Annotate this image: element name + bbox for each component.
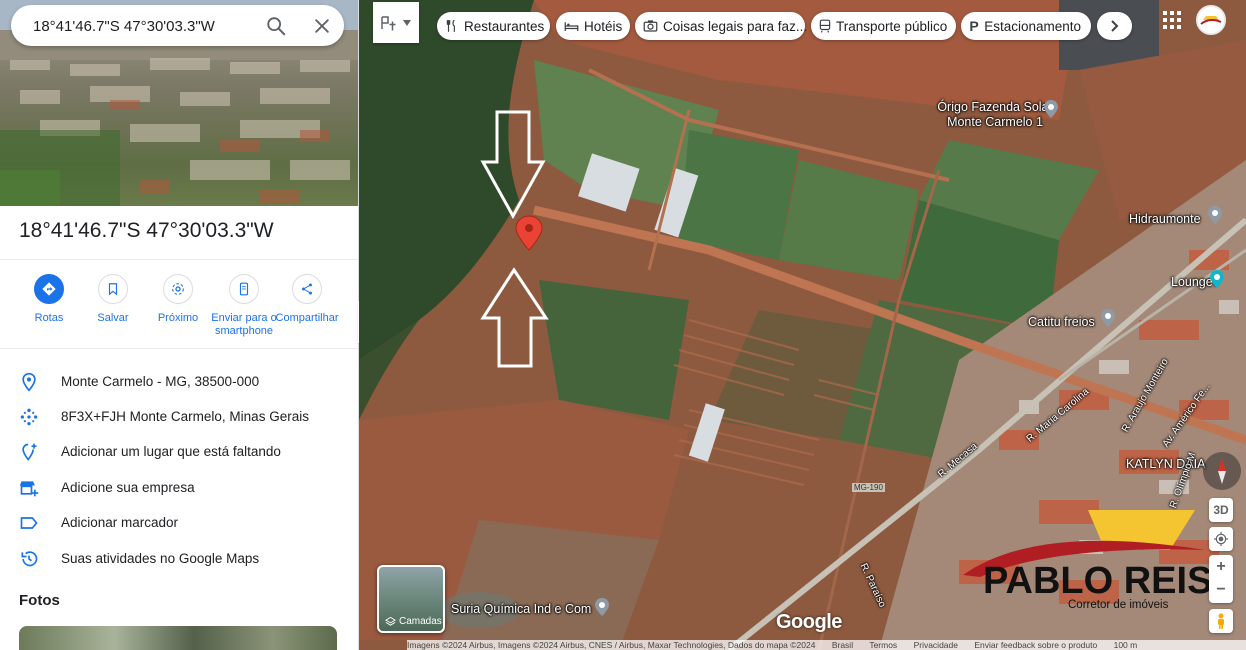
chevron-down-icon [403, 19, 411, 26]
footer-feedback-link[interactable]: Enviar feedback sobre o produto [974, 640, 1097, 650]
watermark-name: PABLO REIS [983, 560, 1213, 602]
footer-privacy-link[interactable]: Privacidade [914, 640, 958, 650]
plus-code-icon [20, 408, 38, 426]
share-icon [292, 274, 322, 304]
apps-grid-icon[interactable] [1163, 11, 1181, 29]
label-icon [20, 517, 38, 529]
my-location-icon [1214, 532, 1228, 546]
google-logo: Google [776, 611, 842, 633]
place-pin-icon [595, 598, 609, 616]
chip-label: Restaurantes [464, 18, 545, 34]
layers-button[interactable]: Camadas [377, 565, 445, 633]
close-icon[interactable] [312, 16, 332, 36]
plus-code-text: 8F3X+FJH Monte Carmelo, Minas Gerais [61, 409, 309, 424]
ruler-pin-icon [381, 15, 396, 30]
save-label: Salvar [97, 312, 129, 324]
maps-activity-row[interactable]: Suas atividades no Google Maps [0, 542, 358, 576]
zoom-out-button[interactable]: − [1216, 579, 1225, 603]
pegman-icon [1218, 613, 1224, 629]
add-label-row[interactable]: Adicionar marcador [0, 506, 358, 540]
add-business-text: Adicione sua empresa [61, 480, 195, 495]
chip-hotels[interactable]: Hotéis [556, 12, 630, 40]
address-text: Monte Carmelo - MG, 38500-000 [61, 374, 260, 389]
add-missing-place-text: Adicionar um lugar que está faltando [61, 444, 281, 459]
location-pin-icon [22, 372, 36, 392]
search-input[interactable] [31, 5, 260, 48]
place-title: 18°41'46.7"S 47°30'03.3"W [19, 219, 274, 242]
compass-icon [1218, 458, 1226, 484]
place-panel: 18°41'46.7"S 47°30'03.3"W Rotas Salvar P… [0, 0, 359, 650]
nearby-button[interactable]: Próximo [143, 274, 213, 325]
nearby-icon [163, 274, 193, 304]
chevron-right-icon [1110, 20, 1118, 32]
camera-icon [643, 18, 658, 34]
chip-things-to-do[interactable]: Coisas legais para faz... [635, 12, 808, 40]
search-icon[interactable] [265, 15, 287, 37]
street-view-pegman-button[interactable] [1209, 609, 1233, 633]
avatar[interactable] [1196, 5, 1226, 35]
layers-label: Camadas [385, 616, 442, 627]
chip-transit[interactable]: Transporte público [811, 12, 956, 40]
chip-label: Hotéis [584, 18, 623, 34]
photos-heading: Fotos [19, 592, 60, 609]
hotel-icon [564, 18, 579, 34]
layers-text: Camadas [399, 616, 442, 627]
nearby-label: Próximo [157, 312, 199, 324]
chips-next-button[interactable] [1097, 12, 1132, 40]
imagery-attribution: Imagens ©2024 Airbus, Imagens ©2024 Airb… [407, 640, 816, 650]
parking-icon: P [969, 18, 979, 34]
plus-code-row[interactable]: 8F3X+FJH Monte Carmelo, Minas Gerais [0, 400, 358, 434]
send-to-phone-button[interactable]: Enviar para o smartphone [207, 274, 281, 338]
add-business-icon [19, 481, 39, 497]
map-tools-button[interactable] [373, 2, 419, 43]
add-label-text: Adicionar marcador [61, 515, 179, 530]
place-pin-icon [1210, 270, 1224, 288]
send-to-phone-label: Enviar para o smartphone [211, 312, 277, 337]
poi-hidraumonte[interactable]: Hidraumonte [1129, 212, 1201, 226]
my-location-button[interactable] [1209, 527, 1233, 551]
divider [0, 348, 358, 349]
restaurant-icon [445, 18, 459, 34]
maps-activity-text: Suas atividades no Google Maps [61, 551, 260, 566]
poi-suria-quimica[interactable]: Suria Química Ind e Com [451, 602, 591, 616]
place-pin-icon [1101, 309, 1115, 327]
add-business-row[interactable]: Adicione sua empresa [0, 471, 358, 505]
directions-label: Rotas [34, 312, 64, 324]
scale-bar[interactable]: 100 m [1114, 640, 1138, 650]
send-to-phone-icon [229, 274, 259, 304]
zoom-in-button[interactable]: + [1216, 555, 1225, 579]
add-place-icon [22, 443, 37, 461]
compass-button[interactable] [1203, 452, 1241, 490]
footer-terms-link[interactable]: Termos [869, 640, 897, 650]
chip-label: Estacionamento [984, 18, 1081, 34]
divider [0, 259, 358, 260]
directions-icon [34, 274, 64, 304]
directions-button[interactable]: Rotas [14, 274, 84, 325]
layers-icon [385, 616, 396, 626]
chip-restaurants[interactable]: Restaurantes [437, 12, 550, 40]
bookmark-icon [98, 274, 128, 304]
chip-label: Transporte público [836, 18, 948, 34]
save-button[interactable]: Salvar [78, 274, 148, 325]
watermark-subtitle: Corretor de imóveis [1068, 599, 1169, 611]
photo-thumbnail[interactable] [19, 626, 337, 650]
search-box [11, 5, 344, 48]
history-icon [21, 551, 38, 567]
zoom-controls: + − [1209, 555, 1233, 603]
road-shield: MG-190 [852, 483, 885, 492]
footer-country[interactable]: Brasil [832, 640, 853, 650]
share-button[interactable]: Compartilhar [272, 274, 342, 325]
chip-label: Coisas legais para faz... [663, 18, 808, 34]
profile-logo-icon [1198, 7, 1224, 33]
chip-parking[interactable]: P Estacionamento [961, 12, 1091, 40]
map-footer: Imagens ©2024 Airbus, Imagens ©2024 Airb… [407, 640, 1246, 650]
transit-icon [819, 18, 831, 34]
address-row[interactable]: Monte Carmelo - MG, 38500-000 [0, 365, 358, 399]
place-pin-icon [1044, 100, 1058, 118]
poi-catitu-freios[interactable]: Catitu freios [1028, 315, 1095, 329]
share-label: Compartilhar [275, 312, 339, 324]
3d-toggle-button[interactable]: 3D [1209, 498, 1233, 522]
place-pin-icon [1208, 206, 1222, 224]
add-missing-place-row[interactable]: Adicionar um lugar que está faltando [0, 435, 358, 469]
